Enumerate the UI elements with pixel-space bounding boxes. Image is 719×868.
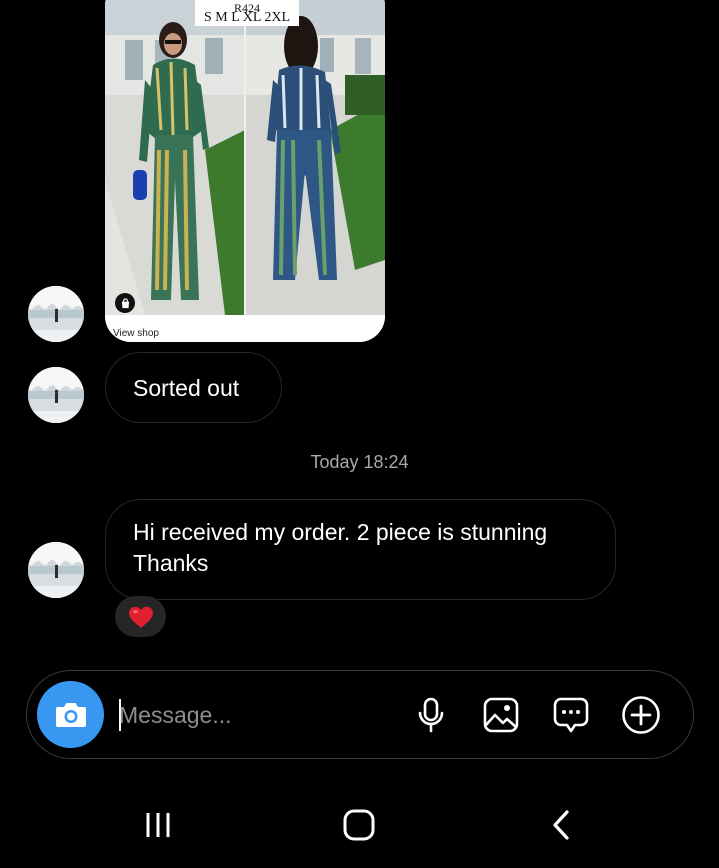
heart-icon <box>128 606 153 628</box>
home-button[interactable] <box>334 803 384 847</box>
shared-post-card[interactable]: R424 S M L XL 2XL View shop <box>105 0 385 342</box>
back-button[interactable] <box>536 803 586 847</box>
gallery-button[interactable] <box>477 691 525 739</box>
sticker-button[interactable] <box>547 691 595 739</box>
sticker-icon <box>553 697 589 733</box>
camera-button[interactable] <box>37 681 104 748</box>
gallery-icon <box>483 697 519 733</box>
heart-reaction[interactable] <box>115 596 166 637</box>
avatar[interactable] <box>28 367 84 423</box>
microphone-icon <box>418 697 444 733</box>
voice-message-button[interactable] <box>407 691 455 739</box>
add-icon <box>622 696 660 734</box>
avatar[interactable] <box>28 542 84 598</box>
message-bubble[interactable]: Sorted out <box>105 352 282 423</box>
camera-icon <box>55 702 86 727</box>
message-text-line-1: Hi received my order. 2 piece is stunnin… <box>133 519 548 545</box>
home-icon <box>343 809 375 841</box>
message-composer <box>26 670 694 759</box>
recent-apps-button[interactable] <box>133 803 183 847</box>
recent-apps-icon <box>146 813 170 837</box>
product-size-label: R424 S M L XL 2XL <box>195 0 299 26</box>
back-icon <box>553 810 569 840</box>
more-options-button[interactable] <box>617 691 665 739</box>
avatar[interactable] <box>28 286 84 342</box>
message-bubble[interactable]: Hi received my order. 2 piece is stunnin… <box>105 499 616 600</box>
message-text-line-2: Thanks <box>133 550 209 576</box>
view-shop-link[interactable]: View shop <box>105 315 385 342</box>
message-input[interactable] <box>119 695 389 735</box>
post-image <box>105 0 385 315</box>
shop-bag-icon <box>115 293 135 313</box>
product-sizes: S M L XL 2XL <box>203 10 291 25</box>
message-timestamp: Today 18:24 <box>310 452 409 472</box>
